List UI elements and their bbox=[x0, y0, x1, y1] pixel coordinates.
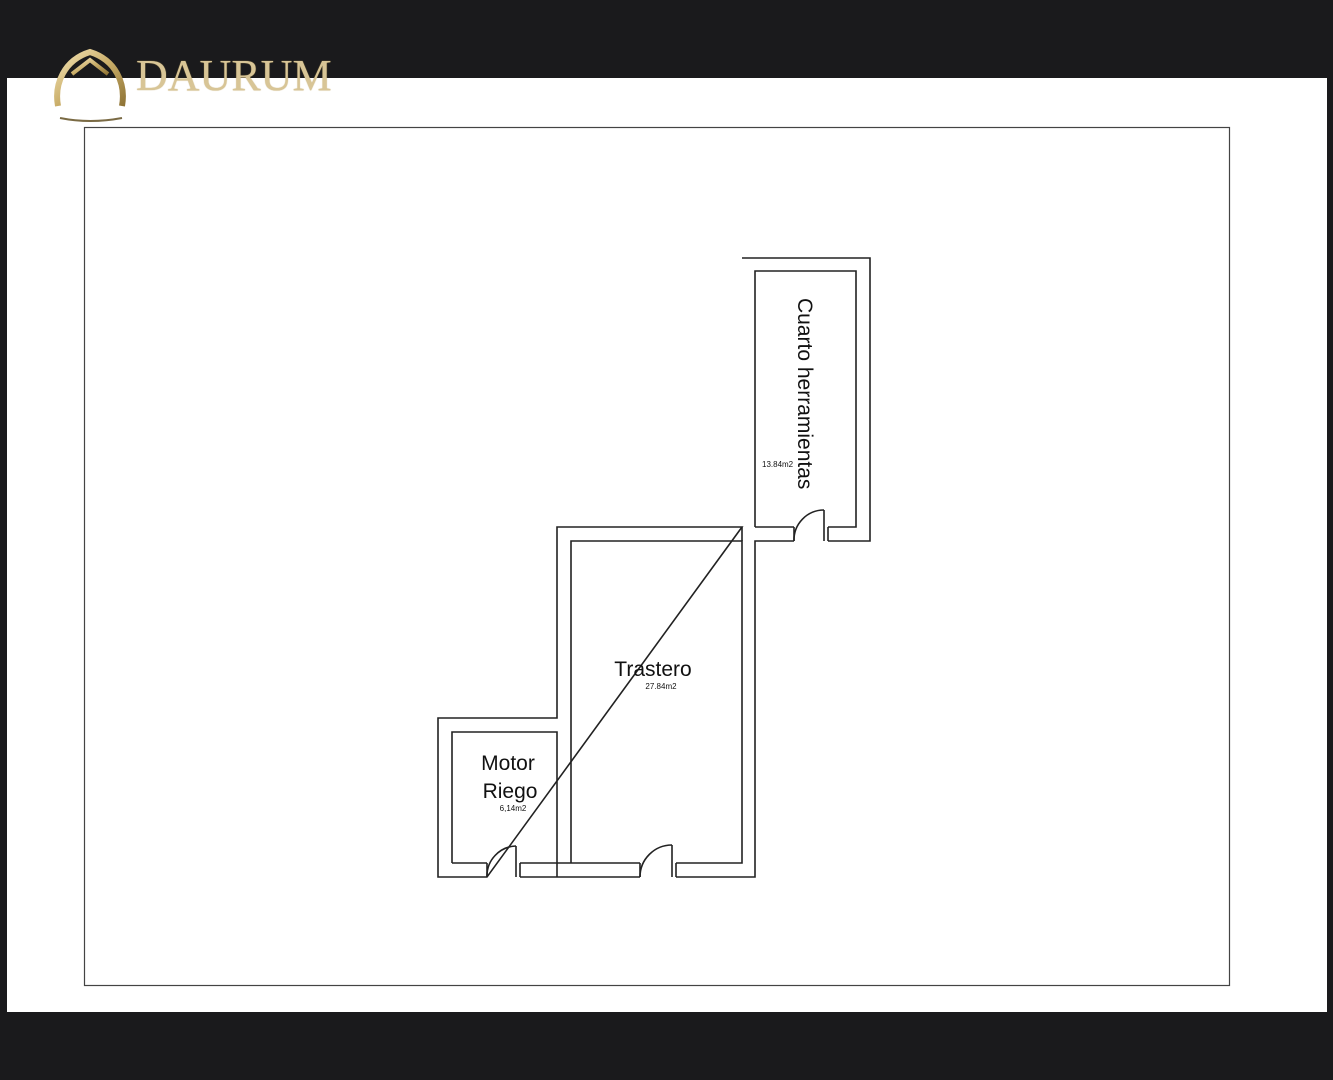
room-label-motor: Motor bbox=[481, 752, 535, 775]
room-area-motor-riego: 6,14m2 bbox=[500, 804, 527, 813]
room-area-herramientas: 13.84m2 bbox=[762, 460, 794, 469]
inner-wall-trastero bbox=[570, 540, 743, 864]
door-motor-riego bbox=[486, 845, 521, 878]
door-trastero bbox=[639, 844, 677, 878]
door-herramientas bbox=[793, 509, 829, 542]
room-label-trastero: Trastero bbox=[614, 658, 691, 681]
room-label-riego: Riego bbox=[483, 780, 538, 803]
shared-wall bbox=[556, 527, 743, 877]
floor-plan: Cuarto herramientas 13.84m2 Trastero 27.… bbox=[83, 126, 1231, 987]
room-area-trastero: 27.84m2 bbox=[645, 682, 677, 691]
room-label-herramientas: Cuarto herramientas bbox=[793, 298, 816, 489]
drawing-frame bbox=[83, 126, 1231, 987]
